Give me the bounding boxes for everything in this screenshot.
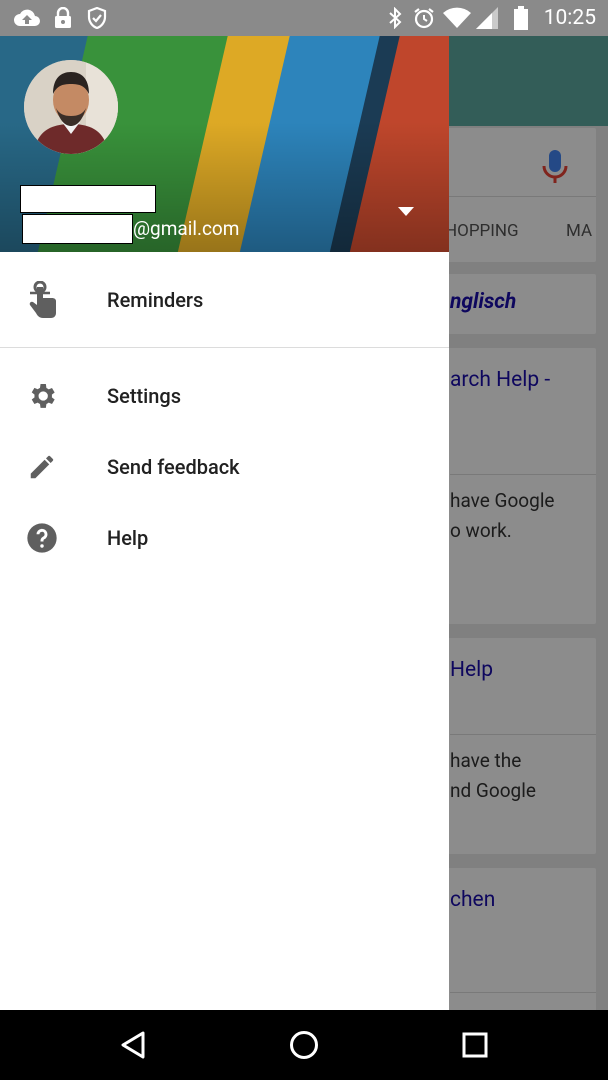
status-bar: 10:25 — [0, 0, 608, 36]
wifi-icon — [443, 0, 471, 36]
clock: 10:25 — [543, 6, 596, 30]
account-header: @gmail.com — [0, 36, 449, 252]
signal-icon — [475, 0, 499, 36]
avatar[interactable] — [24, 60, 118, 154]
drawer-item-label: Reminders — [107, 288, 204, 312]
pencil-icon — [22, 447, 62, 487]
back-button[interactable] — [93, 1010, 173, 1080]
battery-icon — [512, 0, 530, 36]
drawer-item-label: Send feedback — [107, 455, 240, 479]
recents-square-icon — [462, 1032, 488, 1058]
drawer-divider — [0, 347, 449, 348]
drawer-item-label: Help — [107, 526, 149, 550]
alarm-icon — [411, 0, 437, 36]
account-email: @gmail.com — [133, 217, 240, 240]
gear-icon — [22, 376, 62, 416]
reminder-finger-icon — [22, 280, 62, 320]
drawer-item-help[interactable]: Help — [0, 503, 449, 573]
help-circle-icon — [22, 518, 62, 558]
home-circle-icon — [290, 1031, 318, 1059]
drawer-item-label: Settings — [107, 384, 182, 408]
drawer-item-reminders[interactable]: Reminders — [0, 265, 449, 335]
navigation-drawer: @gmail.com Reminders Settings Send feedb… — [0, 36, 449, 1010]
drawer-item-send-feedback[interactable]: Send feedback — [0, 432, 449, 502]
chevron-down-icon — [398, 207, 414, 216]
system-nav-bar — [0, 1010, 608, 1080]
shield-check-icon — [86, 0, 108, 36]
recents-button[interactable] — [435, 1010, 515, 1080]
redacted-account-name — [20, 185, 156, 213]
bluetooth-icon — [386, 0, 404, 36]
back-triangle-icon — [121, 1031, 145, 1059]
lock-icon — [52, 0, 74, 36]
drawer-item-settings[interactable]: Settings — [0, 361, 449, 431]
cloud-upload-icon — [12, 0, 42, 36]
redacted-email-user — [22, 214, 133, 244]
home-button[interactable] — [264, 1010, 344, 1080]
account-switcher-button[interactable] — [392, 200, 420, 224]
